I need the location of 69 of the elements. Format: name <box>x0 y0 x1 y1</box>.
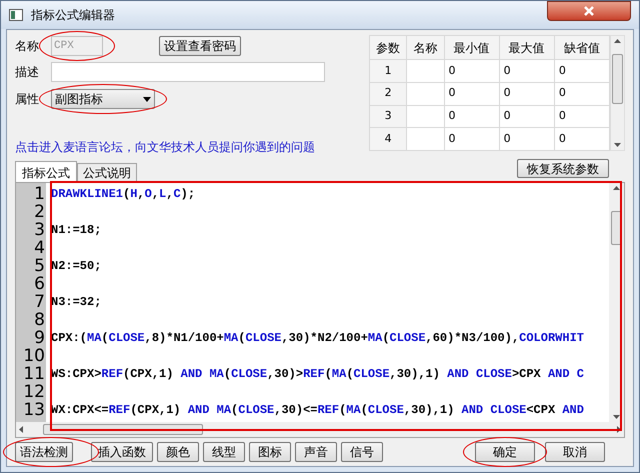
line-number: 12 <box>22 383 46 401</box>
forum-link[interactable]: 点击进入麦语言论坛，向文华技术人员提问你遇到的问题 <box>15 138 369 156</box>
tool-button[interactable]: 图标 <box>249 442 291 462</box>
scroll-up-icon[interactable] <box>613 186 620 190</box>
tool-button[interactable]: 语法检测 <box>15 442 73 462</box>
tool-button[interactable]: 插入函数 <box>91 442 153 462</box>
tool-button[interactable]: 线型 <box>203 442 245 462</box>
code-line: WX:CPX<=REF(CPX,1) AND MA(CLOSE,30)<=REF(MA(CLOSE,30),1) AND CLOSE<CPX AND <box>51 402 584 419</box>
close-button[interactable] <box>547 1 631 21</box>
attribute-label: 属性 <box>15 91 40 108</box>
line-number: 3 <box>33 221 46 239</box>
column-header: 名称 <box>406 36 444 60</box>
vertical-scrollbar[interactable] <box>610 35 625 151</box>
code-line: DRAWKLINE1(H,O,L,C); <box>51 186 196 203</box>
window-title: 指标公式编辑器 <box>31 7 115 24</box>
code-line: N1:=18; <box>51 222 102 239</box>
row-header: 2 <box>370 82 407 105</box>
table-cell: 0 <box>444 128 500 150</box>
row-header: 1 <box>370 60 407 82</box>
line-number: 2 <box>33 203 46 221</box>
column-header: 缺省值 <box>554 36 610 60</box>
tool-button[interactable]: 声音 <box>295 442 337 462</box>
description-field[interactable] <box>51 62 325 82</box>
scroll-up-icon[interactable] <box>614 39 621 43</box>
row-header: 3 <box>370 105 407 128</box>
scroll-right-icon[interactable] <box>617 426 621 433</box>
dialog-button[interactable]: 取消 <box>545 442 605 462</box>
scroll-down-icon[interactable] <box>614 143 621 147</box>
tab[interactable]: 指标公式 <box>15 161 77 183</box>
scroll-left-icon[interactable] <box>19 426 23 433</box>
line-number: 7 <box>33 293 46 311</box>
dialog-button[interactable]: 确定 <box>475 442 535 462</box>
dropdown-arrow-icon <box>143 96 151 102</box>
code-line: WS:CPX>REF(CPX,1) AND MA(CLOSE,30)>REF(MA(CLOSE,30),1) AND CLOSE>CPX AND C <box>51 366 584 383</box>
code-line: CPX:(MA(CLOSE,8)*N1/100+MA(CLOSE,30)*N2/100+MA(CLOSE,60)*N3/100),COLORWHIT <box>51 330 584 347</box>
line-number: 1 <box>33 185 46 203</box>
line-number: 6 <box>33 275 46 293</box>
table-cell: 0 <box>499 60 554 82</box>
line-number: 10 <box>22 347 46 365</box>
restore-defaults-button[interactable]: 恢复系统参数 <box>517 159 609 178</box>
attribute-dropdown[interactable]: 副图指标 <box>51 89 155 109</box>
code-line: N3:=32; <box>51 294 102 311</box>
line-number: 13 <box>22 401 46 419</box>
scroll-down-icon[interactable] <box>613 415 620 419</box>
table-cell: 0 <box>499 105 554 128</box>
tool-button[interactable]: 颜色 <box>157 442 199 462</box>
name-label: 名称 <box>15 38 40 55</box>
line-number: 11 <box>22 365 46 383</box>
table-cell: 0 <box>444 82 500 105</box>
set-password-button[interactable]: 设置查看密码 <box>159 36 241 56</box>
line-number: 4 <box>33 239 46 257</box>
table-cell: 0 <box>444 105 500 128</box>
window-icon <box>9 9 23 21</box>
code-line: N2:=50; <box>51 258 102 275</box>
scrollbar-thumb[interactable] <box>612 54 623 104</box>
table-cell: 0 <box>499 82 554 105</box>
tab[interactable]: 公式说明 <box>77 163 137 182</box>
line-number: 5 <box>33 257 46 275</box>
close-icon <box>582 5 596 17</box>
line-number: 8 <box>33 311 46 329</box>
tool-button[interactable]: 信号 <box>341 442 383 462</box>
description-label: 描述 <box>15 64 40 81</box>
table-cell: 0 <box>499 128 554 150</box>
column-header: 参数 <box>370 36 407 60</box>
line-number: 9 <box>33 329 46 347</box>
table-cell: 0 <box>444 60 500 82</box>
row-header: 4 <box>370 128 407 150</box>
column-header: 最小值 <box>444 36 500 60</box>
column-header: 最大值 <box>499 36 554 60</box>
